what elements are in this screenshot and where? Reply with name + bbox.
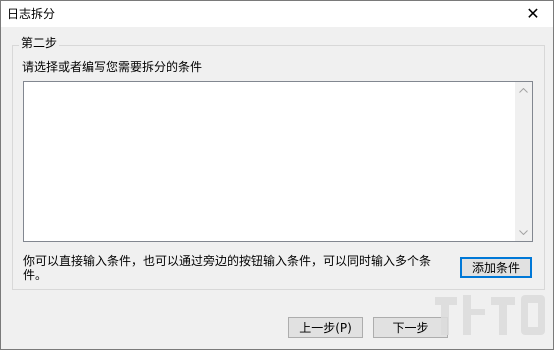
add-condition-button[interactable]: 添加条件 (460, 257, 532, 278)
instruction-label: 请选择或者编写您需要拆分的条件 (22, 60, 203, 74)
chevron-up-icon[interactable] (515, 82, 532, 99)
window-title: 日志拆分 (7, 7, 56, 21)
close-icon[interactable]: ✕ (513, 1, 553, 27)
hint-text: 你可以直接输入条件，也可以通过旁边的按钮输入条件，可以同时输入多个条件。 (23, 254, 432, 282)
condition-input[interactable] (23, 81, 533, 242)
dialog-window: 日志拆分 ✕ 第二步 请选择或者编写您需要拆分的条件 你可以直接输入条件，也可以… (0, 0, 554, 350)
previous-step-button[interactable]: 上一步(P) (288, 317, 363, 338)
watermark-logo (435, 295, 545, 335)
chevron-down-icon[interactable] (515, 224, 532, 241)
step-group-label: 第二步 (19, 35, 60, 51)
vertical-scrollbar[interactable] (515, 82, 532, 241)
title-bar: 日志拆分 ✕ (1, 1, 553, 27)
